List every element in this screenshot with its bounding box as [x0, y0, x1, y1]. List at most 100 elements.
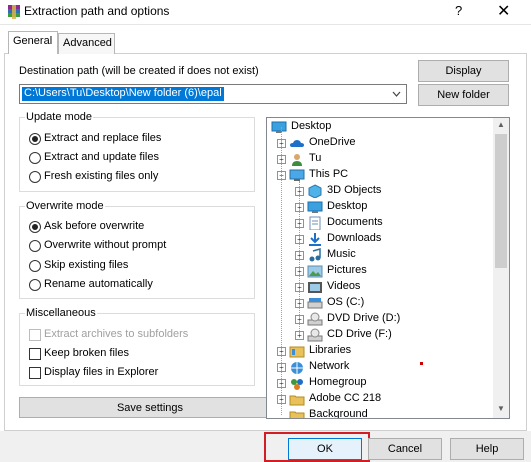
checkbox-extract-to-subfolders[interactable]	[29, 329, 41, 341]
miscellaneous-title: Miscellaneous	[25, 307, 97, 319]
radio-label-extract-update: Extract and update files	[44, 151, 159, 163]
window-title: Extraction path and options	[24, 4, 170, 18]
new-folder-button[interactable]: New folder	[418, 84, 509, 106]
tree-item[interactable]: +3D Objects	[267, 183, 493, 199]
tree-item-label: Desktop	[291, 120, 332, 132]
chevron-down-icon[interactable]	[392, 90, 401, 98]
radio-extract-update[interactable]	[29, 152, 41, 164]
tree-item-label: Desktop	[327, 200, 368, 212]
tree-item[interactable]: + Desktop	[267, 199, 493, 215]
ok-button-highlight	[264, 432, 370, 462]
computer-icon	[289, 169, 305, 181]
destination-path-combobox[interactable]: C:\Users\Tu\Desktop\New folder (6)\epal	[19, 84, 407, 104]
title-help-button[interactable]: ?	[455, 3, 462, 18]
tree-item[interactable]: + DVD Drive (D:)	[267, 311, 493, 327]
tree-item[interactable]: Background	[267, 407, 493, 419]
tree-item-label: OS (C:)	[327, 296, 365, 308]
videos-icon	[308, 282, 322, 293]
update-mode-title: Update mode	[25, 111, 94, 123]
pictures-icon	[307, 265, 323, 278]
destination-path-label: Destination path (will be created if doe…	[19, 65, 259, 77]
tree-item[interactable]: + Pictures	[267, 263, 493, 279]
cd-drive-icon	[307, 328, 323, 342]
radio-label-rename-automatically: Rename automatically	[44, 278, 153, 290]
tree-item[interactable]: Desktop	[267, 119, 493, 135]
network-icon	[291, 362, 303, 374]
downloads-icon	[309, 233, 321, 246]
radio-extract-replace[interactable]	[29, 133, 41, 145]
tree-item-label: Documents	[327, 216, 383, 228]
checkbox-label-display-in-explorer: Display files in Explorer	[44, 366, 159, 378]
3d-objects-icon	[308, 184, 322, 198]
tree-item-label: Music	[327, 248, 356, 260]
radio-skip-existing[interactable]	[29, 260, 41, 272]
tree-item-label: Background	[309, 408, 368, 419]
scroll-up-icon[interactable]: ▲	[497, 120, 505, 129]
tree-item-label: Network	[309, 360, 350, 372]
help-button[interactable]: Help	[450, 438, 524, 460]
radio-rename-automatically[interactable]	[29, 279, 41, 291]
cancel-button[interactable]: Cancel	[368, 438, 442, 460]
display-button[interactable]: Display	[418, 60, 509, 82]
tree-item[interactable]: + Network	[267, 359, 493, 375]
tree-item-label: OneDrive	[309, 136, 356, 148]
tree-item-label: CD Drive (F:)	[327, 328, 392, 340]
radio-label-fresh-existing: Fresh existing files only	[44, 170, 159, 182]
tree-item[interactable]: + Homegroup	[267, 375, 493, 391]
checkbox-keep-broken-files[interactable]	[29, 348, 41, 360]
tree-item[interactable]: + Documents	[267, 215, 493, 231]
user-icon	[292, 154, 302, 166]
drive-icon	[307, 298, 323, 309]
checkbox-label-keep-broken-files: Keep broken files	[44, 347, 129, 359]
save-settings-button[interactable]: Save settings	[19, 397, 281, 418]
tree-item[interactable]: − This PC	[267, 167, 493, 183]
radio-fresh-existing[interactable]	[29, 171, 41, 183]
tree-item[interactable]: + Downloads	[267, 231, 493, 247]
tree-item-label: DVD Drive (D:)	[327, 312, 401, 324]
tree-scrollbar-thumb[interactable]	[495, 134, 507, 268]
desktop-folder-icon	[271, 121, 287, 133]
tree-item-label: 3D Objects	[327, 184, 382, 196]
documents-icon	[309, 216, 321, 230]
overwrite-mode-title: Overwrite mode	[25, 200, 105, 212]
tree-item-label: Adobe CC 218	[309, 392, 382, 404]
tree-item[interactable]: + Videos	[267, 279, 493, 295]
tree-item[interactable]: + Tu	[267, 151, 493, 167]
radio-ask-before-overwrite[interactable]	[29, 221, 41, 233]
close-icon[interactable]: ✕	[497, 1, 510, 21]
tree-item-label: Pictures	[327, 264, 367, 276]
radio-label-extract-replace: Extract and replace files	[44, 132, 162, 144]
dvd-drive-icon	[307, 312, 323, 326]
cursor-marker	[420, 362, 423, 365]
radio-label-skip-existing: Skip existing files	[44, 259, 129, 271]
desktop-folder-icon	[307, 201, 323, 213]
tree-item[interactable]: + CD Drive (F:)	[267, 327, 493, 343]
tree-item[interactable]: + OS (C:)	[267, 295, 493, 311]
tree-item[interactable]: + Adobe CC 218	[267, 391, 493, 407]
scroll-down-icon[interactable]: ▼	[497, 404, 505, 413]
tree-item-label: Downloads	[327, 232, 382, 244]
folder-tree[interactable]: Desktop + OneDrive + Tu − This PC +3D Objects + D…	[266, 117, 510, 419]
radio-overwrite-without-prompt[interactable]	[29, 240, 41, 252]
tree-item-label: Tu	[309, 152, 322, 164]
music-icon	[309, 248, 321, 262]
tab-advanced[interactable]: Advanced	[58, 33, 115, 54]
tree-item-label: Videos	[327, 280, 361, 292]
checkbox-label-extract-to-subfolders: Extract archives to subfolders	[44, 328, 189, 340]
checkbox-display-in-explorer[interactable]	[29, 367, 41, 379]
onedrive-icon	[290, 140, 304, 147]
tree-connector-level2	[299, 181, 300, 335]
tree-item[interactable]: + Music	[267, 247, 493, 263]
folder-icon	[289, 411, 305, 418]
tree-item-label: Libraries	[309, 344, 352, 356]
tree-item-label: Homegroup	[309, 376, 367, 388]
destination-path-value: C:\Users\Tu\Desktop\New folder (6)\epal	[22, 87, 224, 101]
tree-item-label: This PC	[309, 168, 349, 180]
tab-general[interactable]: General	[8, 31, 58, 54]
radio-label-ask-before-overwrite: Ask before overwrite	[44, 220, 145, 232]
libraries-icon	[289, 346, 305, 358]
tree-item[interactable]: + OneDrive	[267, 135, 493, 151]
homegroup-icon	[291, 379, 303, 390]
tree-item[interactable]: + Libraries	[267, 343, 493, 359]
winrar-app-icon	[8, 5, 20, 19]
